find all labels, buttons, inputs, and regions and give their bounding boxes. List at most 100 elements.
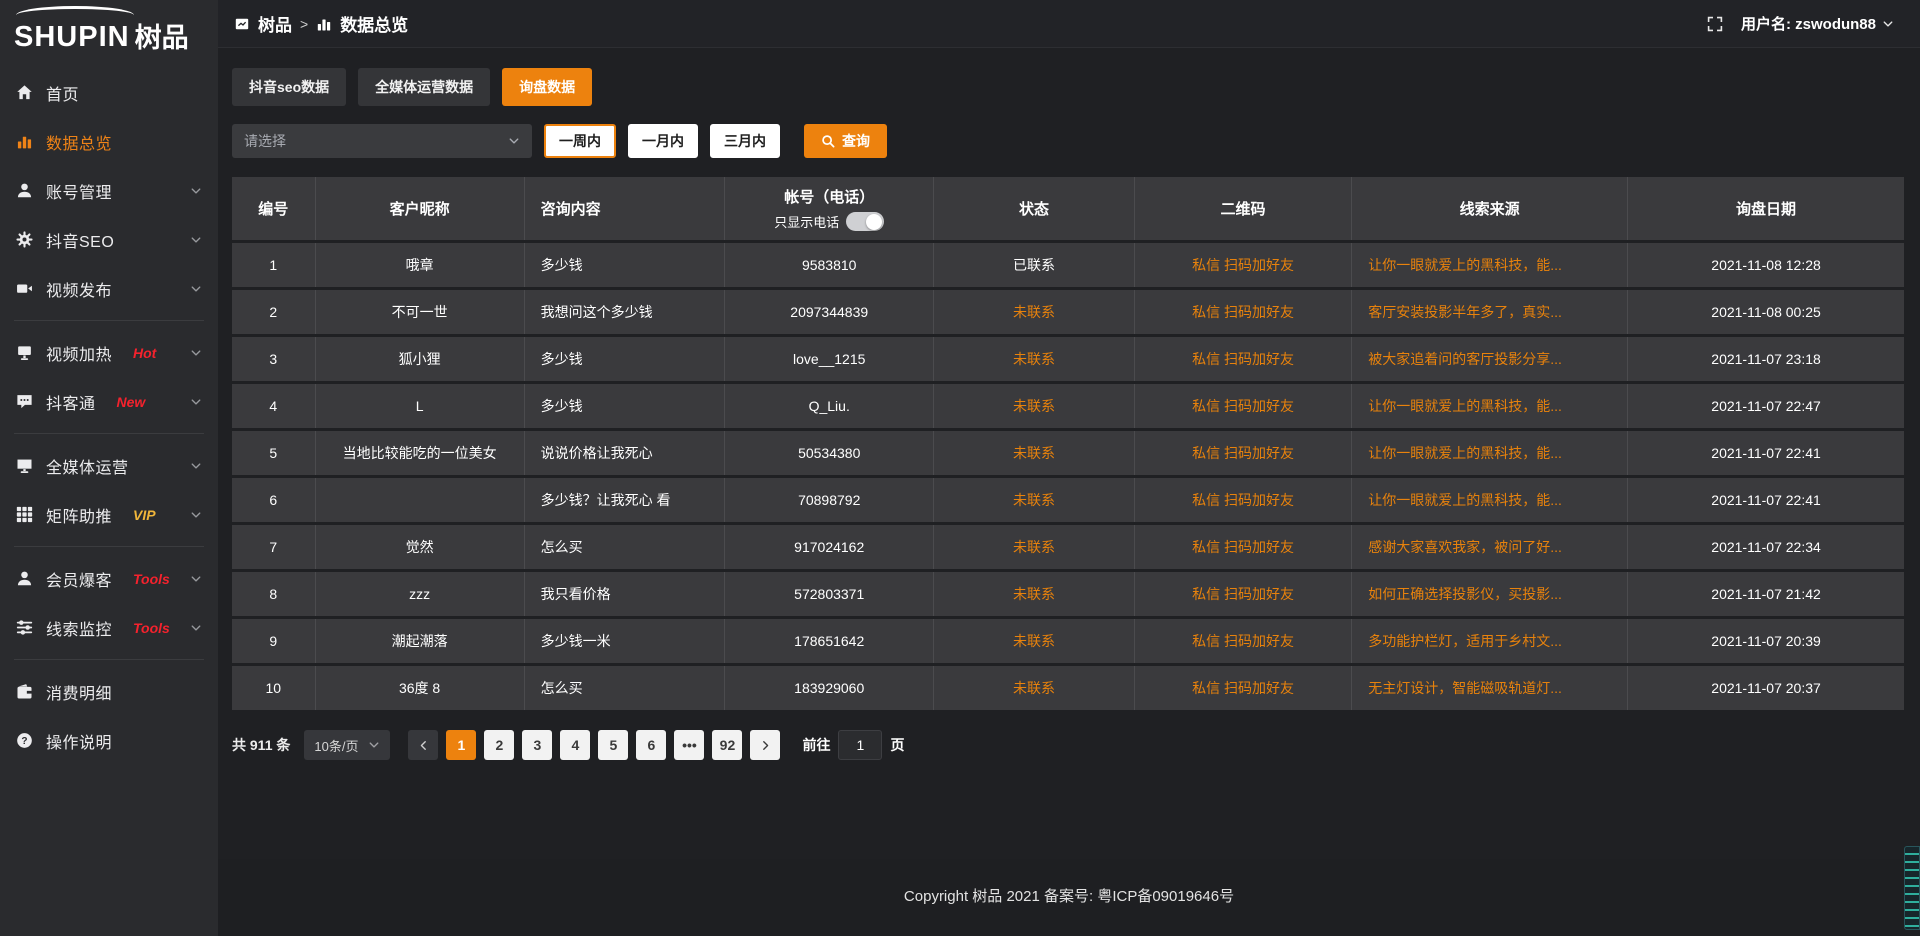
cell-qrcode-link[interactable]: 私信 扫码加好友: [1135, 290, 1352, 334]
cell-status: 已联系: [934, 243, 1135, 287]
sidebar-item-matrix-boost[interactable]: 矩阵助推 VIP: [0, 490, 218, 539]
cell-id: 10: [232, 666, 316, 710]
range-three-months-button[interactable]: 三月内: [710, 124, 780, 158]
user-menu[interactable]: 用户名: zswodun88: [1741, 13, 1894, 34]
account-select[interactable]: 请选择: [232, 124, 532, 158]
sidebar-item-label: 操作说明: [46, 729, 112, 753]
page-button-5[interactable]: 5: [598, 730, 628, 760]
cell-account: 9583810: [725, 243, 934, 287]
cell-id: 9: [232, 619, 316, 663]
copyright-text: Copyright 树品 2021 备案号: 粤ICP备09019646号: [904, 888, 1234, 905]
page-button-2[interactable]: 2: [484, 730, 514, 760]
cell-id: 1: [232, 243, 316, 287]
cell-date: 2021-11-07 21:42: [1628, 572, 1904, 616]
cell-source-link[interactable]: 感谢大家喜欢我家，被问了好...: [1352, 525, 1628, 569]
next-page-button[interactable]: [750, 730, 780, 760]
cell-qrcode-link[interactable]: 私信 扫码加好友: [1135, 384, 1352, 428]
floating-widget[interactable]: [1904, 846, 1920, 930]
page-size-value: 10条/页: [314, 736, 358, 755]
cell-source-link[interactable]: 让你一眼就爱上的黑科技，能...: [1352, 243, 1628, 287]
table-row: 2 不可一世 我想问这个多少钱 2097344839 未联系 私信 扫码加好友 …: [232, 290, 1904, 334]
cell-source-link[interactable]: 让你一眼就爱上的黑科技，能...: [1352, 478, 1628, 522]
goto-page-input[interactable]: [838, 730, 882, 760]
table-row: 4 L 多少钱 Q_Liu. 未联系 私信 扫码加好友 让你一眼就爱上的黑科技，…: [232, 384, 1904, 428]
sidebar-item-omnimedia-operation[interactable]: 全媒体运营: [0, 441, 218, 490]
sidebar-item-video-publish[interactable]: 视频发布: [0, 264, 218, 313]
video-camera-icon: [16, 280, 33, 297]
app-window: SHUPIN 树品 首页 数据总览 账号管理 抖音SEO: [0, 0, 1920, 936]
col-header-content: 咨询内容: [525, 177, 726, 240]
cell-qrcode-link[interactable]: 私信 扫码加好友: [1135, 619, 1352, 663]
search-button[interactable]: 查询: [804, 124, 887, 158]
sidebar-divider: [14, 546, 204, 547]
chevron-down-icon: [190, 573, 202, 585]
sidebar-item-account-management[interactable]: 账号管理: [0, 166, 218, 215]
cell-date: 2021-11-07 22:41: [1628, 431, 1904, 475]
sidebar-item-douyin-seo[interactable]: 抖音SEO: [0, 215, 218, 264]
cell-qrcode-link[interactable]: 私信 扫码加好友: [1135, 243, 1352, 287]
tab-douyin-seo-data[interactable]: 抖音seo数据: [232, 68, 346, 106]
chevron-down-icon: [508, 135, 520, 147]
member-icon: [16, 570, 33, 587]
tab-inquiry-data[interactable]: 询盘数据: [502, 68, 592, 106]
cell-source-link[interactable]: 让你一眼就爱上的黑科技，能...: [1352, 431, 1628, 475]
sidebar-item-operation-guide[interactable]: 操作说明: [0, 716, 218, 765]
sidebar-item-label: 会员爆客: [46, 567, 112, 591]
cell-status: 未联系: [934, 431, 1135, 475]
range-one-month-button[interactable]: 一月内: [628, 124, 698, 158]
cell-source-link[interactable]: 客厅安装投影半年多了，真实...: [1352, 290, 1628, 334]
sidebar-divider: [14, 433, 204, 434]
col-header-account: 帐号（电话） 只显示电话: [725, 177, 934, 240]
page-button-4[interactable]: 4: [560, 730, 590, 760]
chevron-down-icon: [190, 622, 202, 634]
cell-date: 2021-11-07 22:47: [1628, 384, 1904, 428]
cell-source-link[interactable]: 多功能护栏灯，适用于乡村文...: [1352, 619, 1628, 663]
cell-source-link[interactable]: 如何正确选择投影仪，买投影...: [1352, 572, 1628, 616]
page-button-3[interactable]: 3: [522, 730, 552, 760]
page-button-6[interactable]: 6: [636, 730, 666, 760]
table-row: 5 当地比较能吃的一位美女 说说价格让我死心 50534380 未联系 私信 扫…: [232, 431, 1904, 475]
cell-source-link[interactable]: 被大家追着问的客厅投影分享...: [1352, 337, 1628, 381]
page-button-1[interactable]: 1: [446, 730, 476, 760]
cell-source-link[interactable]: 让你一眼就爱上的黑科技，能...: [1352, 384, 1628, 428]
wallet-icon: [16, 683, 33, 700]
cell-qrcode-link[interactable]: 私信 扫码加好友: [1135, 431, 1352, 475]
cell-qrcode-link[interactable]: 私信 扫码加好友: [1135, 525, 1352, 569]
cell-id: 5: [232, 431, 316, 475]
cell-status: 未联系: [934, 572, 1135, 616]
tab-omnimedia-data[interactable]: 全媒体运营数据: [358, 68, 490, 106]
cell-qrcode-link[interactable]: 私信 扫码加好友: [1135, 337, 1352, 381]
content-area: 抖音seo数据 全媒体运营数据 询盘数据 请选择 一周内 一月内 三月内 查询: [218, 48, 1920, 859]
page-size-select[interactable]: 10条/页: [304, 730, 390, 760]
grid-icon: [16, 506, 33, 523]
fullscreen-icon[interactable]: [1707, 16, 1723, 32]
range-one-week-button[interactable]: 一周内: [544, 124, 616, 158]
cell-qrcode-link[interactable]: 私信 扫码加好友: [1135, 478, 1352, 522]
cell-qrcode-link[interactable]: 私信 扫码加好友: [1135, 666, 1352, 710]
cell-source-link[interactable]: 无主灯设计，智能磁吸轨道灯...: [1352, 666, 1628, 710]
sidebar-item-douketong[interactable]: 抖客通 New: [0, 377, 218, 426]
hot-badge: Hot: [133, 345, 156, 361]
col-header-id: 编号: [232, 177, 316, 240]
sidebar-item-video-heating[interactable]: 视频加热 Hot: [0, 328, 218, 377]
cell-nickname: L: [316, 384, 525, 428]
col-header-source: 线索来源: [1352, 177, 1628, 240]
sidebar-item-data-overview[interactable]: 数据总览: [0, 117, 218, 166]
sidebar-item-member-baoke[interactable]: 会员爆客 Tools: [0, 554, 218, 603]
sidebar-item-home[interactable]: 首页: [0, 68, 218, 117]
table-header-row: 编号 客户昵称 咨询内容 帐号（电话） 只显示电话: [232, 177, 1904, 240]
prev-page-button[interactable]: [408, 730, 438, 760]
cell-id: 4: [232, 384, 316, 428]
cell-nickname: 36度 8: [316, 666, 525, 710]
page-ellipsis-button[interactable]: •••: [674, 730, 704, 760]
col-header-status: 状态: [934, 177, 1135, 240]
phone-only-toggle[interactable]: [846, 212, 884, 231]
breadcrumb-root[interactable]: 树品: [258, 11, 292, 36]
cell-content: 多少钱一米: [525, 619, 726, 663]
page-button-92[interactable]: 92: [712, 730, 742, 760]
sliders-icon: [16, 619, 33, 636]
cell-qrcode-link[interactable]: 私信 扫码加好友: [1135, 572, 1352, 616]
sidebar-item-consumption-details[interactable]: 消费明细: [0, 667, 218, 716]
sidebar-divider: [14, 320, 204, 321]
sidebar-item-lead-monitoring[interactable]: 线索监控 Tools: [0, 603, 218, 652]
